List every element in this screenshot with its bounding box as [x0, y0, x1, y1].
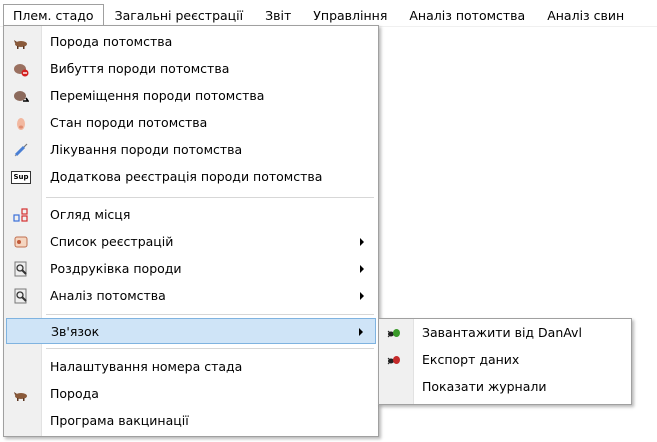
menu-item-label: Експорт даних — [422, 352, 520, 367]
menu-item-offspring-move[interactable]: Переміщення породи потомства — [6, 83, 376, 109]
menu-item-registration-list[interactable]: Список реєстрацій — [6, 229, 376, 255]
analysis-icon — [13, 288, 29, 304]
menu-item-breed[interactable]: Порода — [6, 381, 376, 407]
submenu-arrow-icon — [360, 292, 364, 300]
menu-item-offspring-status[interactable]: Стан породи потомства — [6, 110, 376, 136]
menu-item-label: Переміщення породи потомства — [50, 88, 265, 103]
menu-item-label: Програма вакцинації — [50, 413, 189, 428]
menu-pig-analysis[interactable]: Аналіз свин — [536, 4, 635, 26]
piglet-icon — [13, 115, 29, 131]
pig-remove-icon — [13, 61, 29, 77]
submenu-arrow-icon — [360, 238, 364, 246]
menu-bar: Плем. стадо Загальні реєстрації Звіт Упр… — [0, 0, 657, 27]
menu-separator — [46, 197, 374, 198]
menu-item-label: Порода — [50, 386, 99, 401]
pig-move-icon — [13, 88, 29, 104]
registration-list-icon — [13, 234, 29, 250]
menu-report[interactable]: Звіт — [254, 4, 302, 26]
sup-icon: Sup — [11, 169, 31, 185]
menu-item-label: Додаткова реєстрація породи потомства — [50, 169, 323, 184]
menu-offspring-analysis[interactable]: Аналіз потомства — [398, 4, 536, 26]
menu-item-offspring-treatment[interactable]: Лікування породи потомства — [6, 137, 376, 163]
menu-item-location-overview[interactable]: Огляд місця — [6, 202, 376, 228]
plem-stado-dropdown: Порода потомства Вибуття породи потомств… — [3, 25, 379, 437]
ant-download-icon — [386, 325, 402, 341]
sup-icon-text: Sup — [11, 170, 31, 184]
submenu-item-export-data[interactable]: Експорт даних — [381, 347, 629, 373]
print-preview-icon — [13, 261, 29, 277]
menu-item-label: Список реєстрацій — [50, 234, 174, 249]
menu-item-offspring-departure[interactable]: Вибуття породи потомства — [6, 56, 376, 82]
submenu-item-download-danavl[interactable]: Завантажити від DanAvl — [381, 320, 629, 346]
menu-item-label: Зв'язок — [51, 324, 100, 339]
menu-item-label: Показати журнали — [422, 379, 547, 394]
menu-item-connection[interactable]: Зв'язок — [6, 318, 376, 344]
submenu-arrow-icon — [360, 265, 364, 273]
menu-separator — [46, 314, 374, 315]
menu-management[interactable]: Управління — [302, 4, 398, 26]
menu-item-vaccination-program[interactable]: Програма вакцинації — [6, 408, 376, 434]
menu-item-label: Лікування породи потомства — [50, 142, 243, 157]
menu-item-label: Роздруківка породи — [50, 261, 182, 276]
location-overview-icon — [13, 207, 29, 223]
menu-plem-stado[interactable]: Плем. стадо — [3, 4, 104, 26]
submenu-item-show-logs[interactable]: Показати журнали — [381, 374, 629, 400]
ant-export-icon — [386, 352, 402, 368]
menu-item-label: Налаштування номера стада — [50, 359, 243, 374]
menu-item-label: Порода потомства — [50, 34, 173, 49]
menu-general-registrations[interactable]: Загальні реєстрації — [104, 4, 255, 26]
pig-icon — [13, 386, 29, 402]
menu-item-offspring-analysis[interactable]: Аналіз потомства — [6, 283, 376, 309]
connection-submenu: Завантажити від DanAvl Експорт даних Пок… — [378, 318, 632, 405]
menu-separator — [46, 348, 374, 349]
submenu-arrow-icon — [359, 328, 363, 336]
menu-item-offspring-breed[interactable]: Порода потомства — [6, 29, 376, 55]
menu-item-offspring-extra-registration[interactable]: Sup Додаткова реєстрація породи потомств… — [6, 164, 376, 190]
menu-item-label: Огляд місця — [50, 207, 131, 222]
menu-item-label: Вибуття породи потомства — [50, 61, 230, 76]
menu-item-label: Завантажити від DanAvl — [422, 325, 582, 340]
menu-item-herd-number-settings[interactable]: Налаштування номера стада — [6, 354, 376, 380]
menu-item-label: Аналіз потомства — [50, 288, 166, 303]
pig-icon — [13, 34, 29, 50]
syringe-icon — [13, 142, 29, 158]
menu-item-print-breed[interactable]: Роздруківка породи — [6, 256, 376, 282]
menu-item-label: Стан породи потомства — [50, 115, 208, 130]
